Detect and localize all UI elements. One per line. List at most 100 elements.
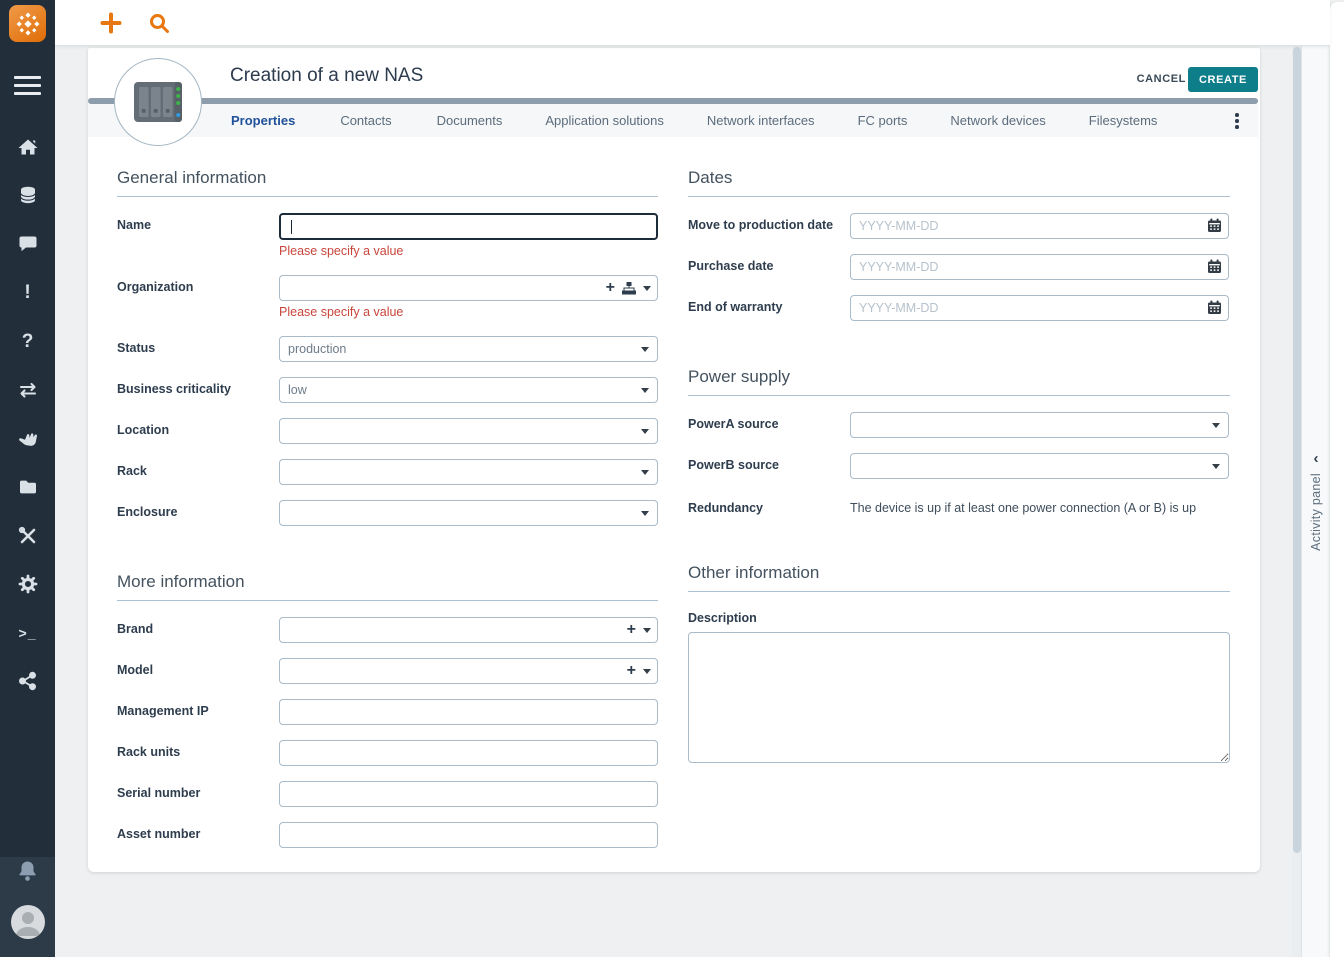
tab-documents[interactable]: Documents — [437, 113, 503, 128]
name-input[interactable] — [279, 213, 658, 240]
status-label: Status — [117, 341, 156, 355]
location-select[interactable] — [279, 418, 658, 444]
folder-icon[interactable] — [0, 474, 55, 500]
user-avatar[interactable] — [11, 905, 45, 939]
expand-activity-panel-chevron-icon[interactable]: ‹ — [1314, 451, 1319, 466]
chat-icon[interactable] — [0, 230, 55, 256]
enclosure-select[interactable] — [279, 500, 658, 526]
end-of-warranty-date-input[interactable] — [850, 295, 1229, 321]
activity-panel-collapsed: ‹ Activity panel — [1301, 46, 1330, 957]
model-label: Model — [117, 663, 154, 677]
menu-icon[interactable] — [14, 76, 41, 100]
status-dropdown-caret-icon — [641, 347, 649, 352]
field-row-business-criticality: Business criticality low — [117, 377, 658, 403]
tab-properties[interactable]: Properties — [231, 113, 295, 128]
tools-icon[interactable] — [0, 523, 55, 549]
activity-panel-label[interactable]: Activity panel — [1309, 473, 1323, 551]
section-title-power-supply: Power supply — [688, 367, 1230, 396]
asset-number-input[interactable] — [279, 822, 658, 848]
business-criticality-select[interactable]: low — [279, 377, 658, 403]
rack-units-input[interactable] — [279, 740, 658, 766]
brand-dropdown-caret-icon[interactable] — [643, 627, 651, 633]
field-row-rack: Rack — [117, 459, 658, 485]
field-row-asset-number: Asset number — [117, 822, 658, 848]
business-criticality-value: low — [288, 383, 307, 397]
serial-number-label: Serial number — [117, 786, 201, 800]
right-column: Dates Move to production date Purchase d… — [688, 137, 1230, 768]
model-select[interactable]: + — [279, 658, 658, 684]
notifications-bell-icon[interactable] — [0, 858, 55, 890]
scrollbar-thumb[interactable] — [1293, 47, 1301, 853]
itop-logo[interactable] — [9, 5, 46, 42]
description-label: Description — [688, 611, 757, 625]
text-cursor — [291, 219, 292, 234]
home-icon[interactable] — [0, 134, 55, 160]
tab-network-devices[interactable]: Network devices — [950, 113, 1045, 128]
share-icon[interactable] — [0, 667, 55, 693]
tab-filesystems[interactable]: Filesystems — [1089, 113, 1158, 128]
rack-select[interactable] — [279, 459, 658, 485]
gear-icon[interactable] — [0, 571, 55, 597]
management-ip-input[interactable] — [279, 699, 658, 725]
calendar-icon[interactable] — [1207, 259, 1222, 274]
move-to-production-date-input[interactable] — [850, 213, 1229, 239]
name-error: Please specify a value — [279, 244, 404, 258]
field-row-status: Status production — [117, 336, 658, 362]
create-new-plus-icon[interactable] — [99, 11, 123, 35]
enclosure-label: Enclosure — [117, 505, 178, 519]
brand-label: Brand — [117, 622, 154, 636]
tab-contacts[interactable]: Contacts — [340, 113, 391, 128]
nas-device-icon — [134, 82, 182, 122]
name-label: Name — [117, 218, 152, 232]
rack-dropdown-caret-icon — [641, 470, 649, 475]
business-criticality-dropdown-caret-icon — [641, 388, 649, 393]
organization-error: Please specify a value — [279, 305, 404, 319]
tab-fc-ports[interactable]: FC ports — [858, 113, 908, 128]
top-toolbar — [55, 0, 1330, 46]
field-row-redundancy: Redundancy The device is up if at least … — [688, 496, 1230, 515]
search-icon[interactable] — [147, 11, 171, 35]
field-row-serial-number: Serial number — [117, 781, 658, 807]
add-organization-icon[interactable]: + — [606, 280, 615, 296]
powerb-source-select[interactable] — [850, 453, 1229, 479]
organization-dropdown-caret-icon[interactable] — [643, 285, 651, 291]
description-textarea[interactable] — [688, 632, 1230, 763]
brand-select[interactable]: + — [279, 617, 658, 643]
rack-label: Rack — [117, 464, 147, 478]
create-button[interactable]: CREATE — [1187, 67, 1258, 92]
tab-overflow-kebab-icon[interactable] — [1230, 112, 1244, 130]
organization-label: Organization — [117, 280, 194, 294]
section-title-other-information: Other information — [688, 563, 1230, 592]
powera-source-select[interactable] — [850, 412, 1229, 438]
field-row-end-of-warranty: End of warranty — [688, 295, 1230, 321]
helping-hand-icon[interactable] — [0, 425, 55, 451]
powerb-source-label: PowerB source — [688, 458, 780, 472]
calendar-icon[interactable] — [1207, 218, 1222, 233]
cancel-button[interactable]: CANCEL — [1137, 73, 1186, 85]
terminal-icon[interactable]: >_ — [0, 620, 55, 646]
organization-select[interactable]: + — [279, 275, 658, 301]
redundancy-text: The device is up if at least one power c… — [850, 501, 1197, 515]
field-row-name: Name Please specify a value — [117, 213, 658, 258]
asset-number-label: Asset number — [117, 827, 201, 841]
powera-source-label: PowerA source — [688, 417, 779, 431]
database-icon[interactable] — [0, 182, 55, 208]
calendar-icon[interactable] — [1207, 300, 1222, 315]
properties-tab-content: General information Name Please specify … — [88, 137, 1260, 872]
question-icon[interactable]: ? — [0, 328, 55, 354]
itop-logo-icon — [16, 12, 39, 35]
purchase-date-label: Purchase date — [688, 259, 774, 273]
transfer-arrows-icon[interactable] — [0, 377, 55, 403]
rack-units-label: Rack units — [117, 745, 181, 759]
hierarchy-icon[interactable] — [622, 281, 636, 295]
field-row-move-to-production: Move to production date — [688, 213, 1230, 239]
serial-number-input[interactable] — [279, 781, 658, 807]
exclamation-icon[interactable]: ! — [0, 279, 55, 305]
status-select[interactable]: production — [279, 336, 658, 362]
add-brand-icon[interactable]: + — [627, 622, 636, 638]
add-model-icon[interactable]: + — [627, 663, 636, 679]
tab-application-solutions[interactable]: Application solutions — [545, 113, 664, 128]
tab-network-interfaces[interactable]: Network interfaces — [707, 113, 815, 128]
model-dropdown-caret-icon[interactable] — [643, 668, 651, 674]
purchase-date-input[interactable] — [850, 254, 1229, 280]
